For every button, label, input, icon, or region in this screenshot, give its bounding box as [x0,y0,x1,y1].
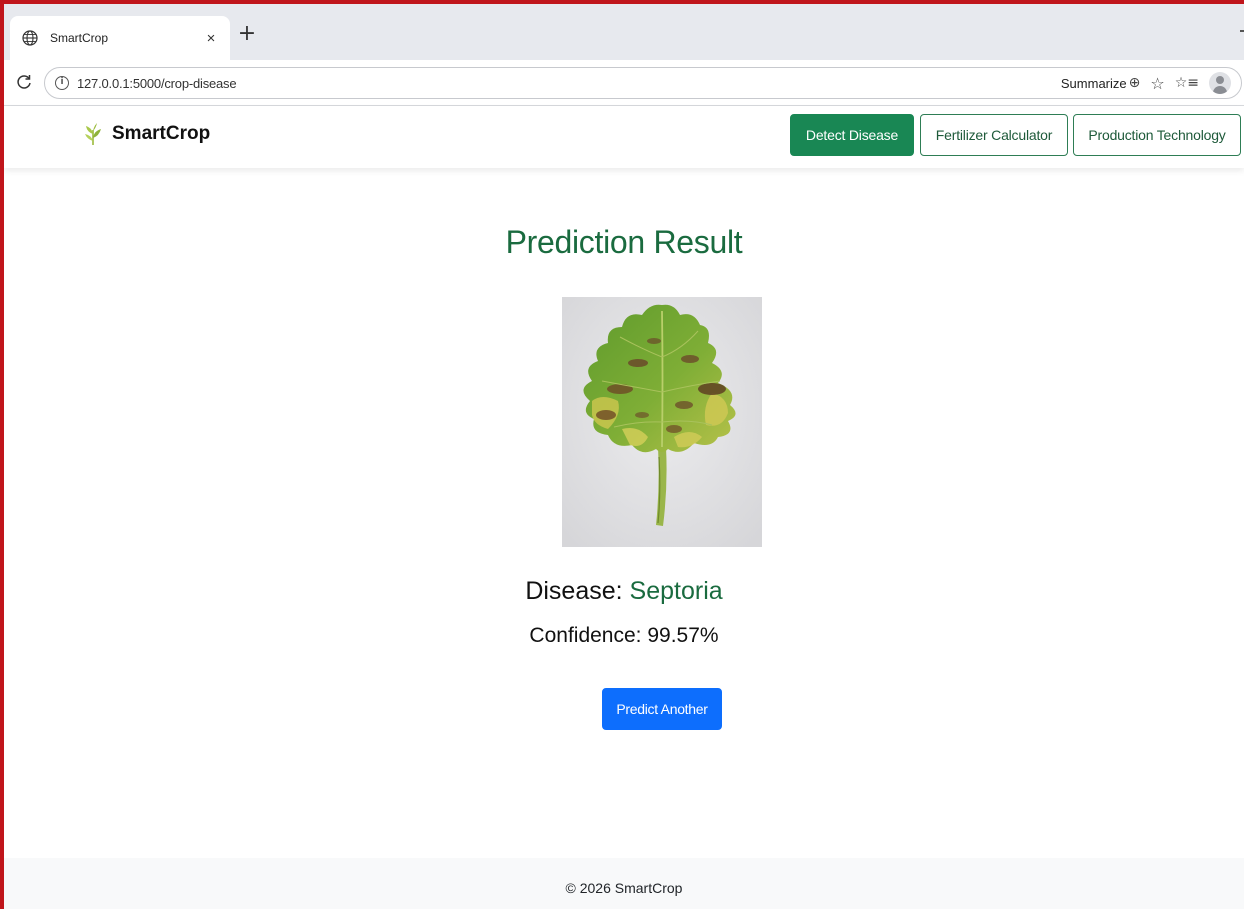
footer-copyright: © 2026 SmartCrop [565,880,683,896]
disease-result: Disease: Septoria [4,577,1244,606]
nav-production-technology-button[interactable]: Production Technology [1073,114,1241,156]
main-content: Prediction Result Disease: Septoria Conf… [4,168,1244,858]
browser-tab-strip: SmartCrop × + [4,4,1244,60]
uploaded-leaf-image [562,297,762,547]
address-bar-actions: Summarize ⊕ ☆ ☆≡ [1061,71,1231,95]
disease-value: Septoria [629,577,723,605]
profile-icon[interactable] [1209,72,1231,94]
globe-icon [20,28,40,48]
screenshot-frame: SmartCrop × + i 127.0.0.1:5000/crop-dise… [0,0,1244,909]
brand-logo[interactable]: SmartCrop [82,122,210,146]
disease-label: Disease: [525,577,623,605]
nav-fertilizer-calculator-button[interactable]: Fertilizer Calculator [920,114,1068,156]
info-icon[interactable]: i [55,76,69,90]
wheat-sprout-icon [82,122,104,146]
summarize-button[interactable]: Summarize [1061,76,1127,91]
favorites-icon[interactable]: ☆≡ [1175,75,1199,91]
confidence-label: Confidence: [529,624,642,647]
page-title: Prediction Result [505,224,743,260]
browser-tab[interactable]: SmartCrop × [10,16,230,60]
url-text[interactable]: 127.0.0.1:5000/crop-disease [77,76,237,91]
star-icon[interactable]: ☆ [1150,74,1164,93]
address-bar[interactable]: i 127.0.0.1:5000/crop-disease Summarize … [44,67,1242,99]
close-icon[interactable]: × [202,30,220,47]
brand-name: SmartCrop [112,123,211,144]
tab-title: SmartCrop [50,31,109,45]
plus-icon[interactable]: + [236,23,258,46]
site-navbar: SmartCrop Detect Disease Fertilizer Calc… [4,106,1244,168]
site-footer: © 2026 SmartCrop [4,858,1244,909]
nav-detect-disease-button[interactable]: Detect Disease [790,114,914,156]
confidence-result: Confidence: 99.57% [4,624,1244,648]
confidence-value: 99.57% [647,624,719,647]
minimize-icon[interactable] [1240,30,1244,32]
reload-icon[interactable] [14,72,34,92]
browser-toolbar: i 127.0.0.1:5000/crop-disease Summarize … [4,60,1244,106]
predict-another-button[interactable]: Predict Another [602,688,722,730]
copilot-icon[interactable]: ⊕ [1129,75,1141,91]
